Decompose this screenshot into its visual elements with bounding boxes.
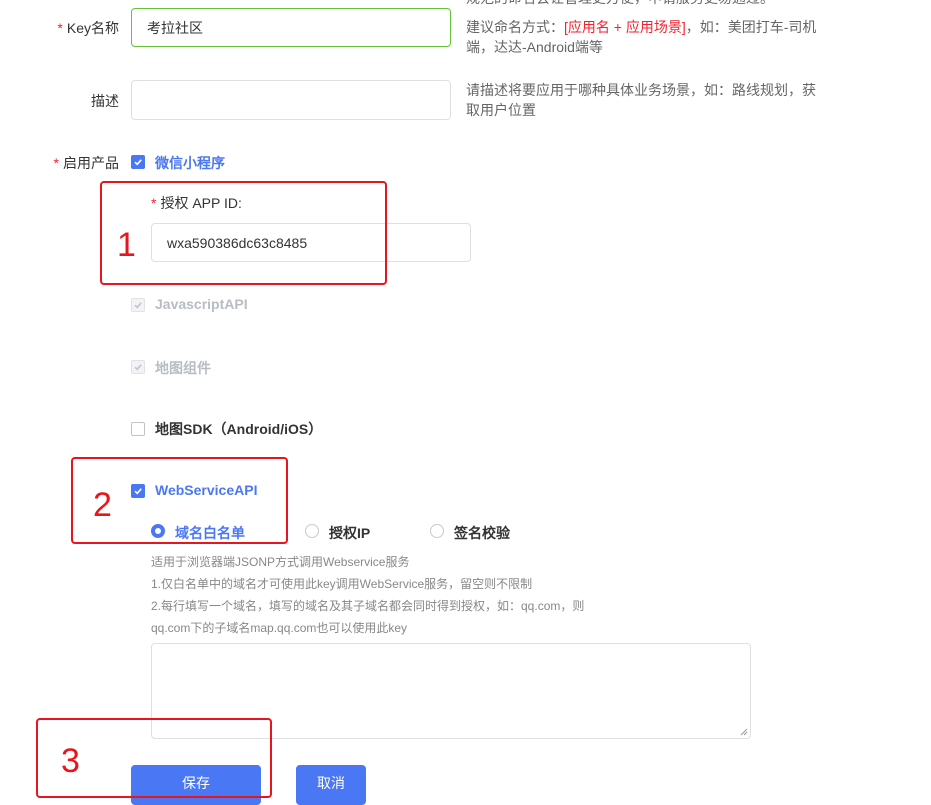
key-name-hint: 建议命名方式：[应用名 + 应用场景]，如：美团打车-司机 端，达达-Andro…	[466, 17, 846, 57]
check-icon	[134, 302, 142, 309]
whitelist-help-line4: qq.com下的子域名map.qq.com也可以使用此key	[151, 621, 408, 635]
map-component-checkbox[interactable]	[131, 360, 145, 374]
required-mark: *	[53, 155, 59, 171]
required-mark: *	[57, 20, 63, 36]
whitelist-help-line2: 1.仅白名单中的域名才可使用此key调用WebService服务，留空则不限制	[151, 577, 533, 591]
cancel-button[interactable]: 取消	[296, 765, 366, 805]
annotation-number-2: 2	[93, 486, 112, 524]
description-hint-line1: 请描述将要应用于哪种具体业务场景，如：路线规划，获	[466, 82, 816, 98]
javascript-api-label: JavascriptAPI	[155, 296, 248, 312]
description-input[interactable]	[131, 80, 451, 120]
key-name-hint-prefix: 建议命名方式：	[466, 19, 564, 35]
annotation-number-3: 3	[61, 742, 80, 780]
key-name-hint-suffix: ，如：美团打车-司机	[685, 19, 817, 35]
key-name-hint-line0: 规范的命名会让管理更方便，申请服务更易通过。	[466, 0, 774, 8]
radio-authorized-ip[interactable]	[305, 524, 319, 538]
map-sdk-label[interactable]: 地图SDK（Android/iOS）	[155, 419, 322, 439]
description-hint: 请描述将要应用于哪种具体业务场景，如：路线规划，获 取用户位置	[466, 80, 846, 120]
key-name-hint-highlight: [应用名 + 应用场景]	[564, 19, 686, 35]
products-label: * 启用产品	[54, 153, 119, 173]
products-label-text: 启用产品	[63, 155, 119, 171]
check-icon	[134, 364, 142, 371]
javascript-api-checkbox[interactable]	[131, 298, 145, 312]
key-name-label-text: Key名称	[66, 20, 119, 36]
key-name-label: * Key名称	[57, 18, 119, 38]
radio-signature-check-label[interactable]: 签名校验	[454, 523, 510, 543]
key-name-hint-line2: 端，达达-Android端等	[466, 39, 603, 55]
map-sdk-checkbox[interactable]	[131, 422, 145, 436]
resize-handle-icon[interactable]	[740, 728, 748, 736]
whitelist-help-line3: 2.每行填写一个域名，填写的域名及其子域名都会同时得到授权，如：qq.com，则	[151, 599, 585, 613]
wechat-miniprogram-checkbox[interactable]	[131, 155, 145, 169]
annotation-box-1	[100, 181, 387, 285]
whitelist-help-line1: 适用于浏览器端JSONP方式调用Webservice服务	[151, 555, 410, 569]
key-name-value: 考拉社区	[147, 19, 203, 36]
map-component-label: 地图组件	[155, 360, 211, 376]
check-icon	[134, 159, 142, 166]
key-name-input[interactable]: 考拉社区	[131, 8, 451, 47]
radio-authorized-ip-label[interactable]: 授权IP	[329, 523, 370, 543]
annotation-number-1: 1	[117, 226, 136, 264]
wechat-miniprogram-label[interactable]: 微信小程序	[155, 153, 225, 173]
radio-signature-check[interactable]	[430, 524, 444, 538]
description-hint-line2: 取用户位置	[466, 102, 536, 118]
description-label: 描述	[91, 93, 119, 109]
